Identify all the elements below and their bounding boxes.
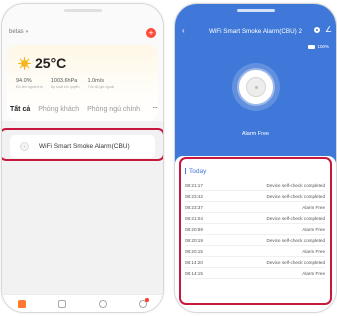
- edit-icon[interactable]: ∠: [325, 25, 332, 34]
- home-selector[interactable]: betas ▾: [9, 29, 28, 35]
- circle-icon[interactable]: [98, 299, 107, 308]
- weather-stats: 94.0% Độ ẩm ngoài trời 1003.6hPa Áp suất…: [16, 78, 114, 89]
- home-icon[interactable]: [18, 299, 27, 308]
- tab-all[interactable]: Tất cả: [10, 106, 30, 113]
- back-icon[interactable]: ‹: [182, 26, 185, 35]
- battery-level: 100%: [317, 44, 329, 49]
- battery-indicator: 100%: [308, 44, 329, 49]
- wind-value: 1.0m/s: [87, 78, 105, 84]
- notification-dot: [144, 297, 149, 302]
- pressure-value: 1003.6hPa: [50, 78, 78, 84]
- device-detail-screen: ‹ WiFi Smart Smoke Alarm(CBU) 2 ∠ 100% A…: [175, 4, 336, 312]
- pressure-stat: 1003.6hPa Áp suất khí quyển: [51, 78, 80, 89]
- alarm-status: Alarm Free: [241, 131, 270, 137]
- device-header: ‹ WiFi Smart Smoke Alarm(CBU) 2 ∠ 100% A…: [175, 4, 336, 164]
- humidity-label: Độ ẩm ngoài trời: [16, 85, 43, 89]
- battery-icon: [308, 44, 316, 49]
- checkbox-icon[interactable]: [58, 299, 67, 308]
- tab-living-room[interactable]: Phòng khách: [38, 106, 79, 113]
- humidity-stat: 94.0% Độ ẩm ngoài trời: [16, 78, 43, 89]
- temperature: 25°C: [35, 55, 67, 71]
- wind-stat: 1.0m/s Tốc độ gió ngoài: [88, 78, 115, 89]
- device-title: WiFi Smart Smoke Alarm(CBU) 2: [208, 28, 303, 35]
- highlight-box: [2, 128, 163, 161]
- pressure-label: Áp suất khí quyển: [50, 85, 80, 89]
- gear-icon[interactable]: [313, 26, 321, 34]
- humidity-value: 94.0%: [16, 78, 32, 84]
- smoke-alarm-image: [237, 68, 275, 106]
- wind-label: Tốc độ gió ngoài: [87, 85, 115, 89]
- add-device-button[interactable]: +: [146, 28, 156, 38]
- tab-master-bedroom[interactable]: Phòng ngủ chính: [87, 106, 140, 113]
- more-icon[interactable]: ···: [152, 103, 158, 112]
- bottom-tab-bar: [2, 294, 163, 312]
- phone-notch: [63, 9, 102, 12]
- room-tabs: Tất cả Phòng khách Phòng ngủ chính: [2, 106, 163, 120]
- home-name: betas: [9, 29, 24, 35]
- sun-icon: [18, 57, 31, 70]
- home-screen: betas ▾ + 25°C 94.0% Độ ẩm ngoài trời 100…: [2, 4, 163, 312]
- chevron-down-icon: ▾: [25, 29, 29, 35]
- phone-notch: [236, 9, 275, 12]
- profile-icon[interactable]: [138, 297, 149, 308]
- highlight-box: [179, 157, 332, 305]
